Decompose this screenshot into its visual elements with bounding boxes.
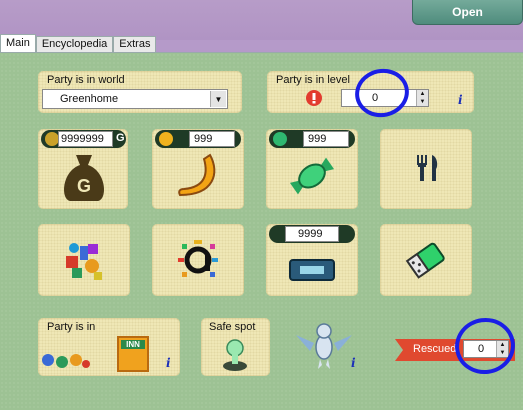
gold-counter: 9999999 G <box>41 130 126 148</box>
gold-value: 9999999 <box>61 133 104 145</box>
money-bag-icon: G <box>64 155 104 201</box>
world-value: Greenhome <box>60 93 119 105</box>
banana-small-icon <box>159 132 173 146</box>
tab-encyclopedia[interactable]: Encyclopedia <box>35 36 114 53</box>
open-button[interactable]: Open <box>412 0 523 25</box>
banana-counter: 999 <box>155 130 241 148</box>
info-icon[interactable]: i <box>166 356 171 370</box>
gold-spinner[interactable]: 9999999 <box>58 131 113 147</box>
items-pile-icon <box>66 243 102 280</box>
fork-knife-icon <box>417 155 438 181</box>
annotation-circle-rescued <box>451 314 519 378</box>
rescued-label: Rescued <box>413 343 457 355</box>
tab-main[interactable]: Main <box>0 34 36 53</box>
tickets-counter: 9999 <box>269 225 355 243</box>
world-box: Party is in world Greenhome ▼ <box>38 71 242 113</box>
party-location-box: Party is in INN i <box>38 318 180 376</box>
info-icon[interactable]: i <box>458 93 463 107</box>
info-icon[interactable]: i <box>351 356 356 370</box>
ticket-icon <box>289 259 335 281</box>
warning-icon <box>306 90 322 106</box>
banana-icon <box>178 153 216 197</box>
inn-icon: INN <box>117 336 149 372</box>
chevron-down-icon[interactable]: ▼ <box>210 91 226 107</box>
up-arrow-icon[interactable]: ▲ <box>417 90 428 98</box>
level-label: Party is in level <box>276 74 350 86</box>
inn-sign: INN <box>121 340 145 349</box>
down-arrow-icon[interactable]: ▼ <box>417 98 428 106</box>
candy-spinner[interactable]: 999 <box>303 131 349 147</box>
battery-icon <box>405 242 445 279</box>
tab-extras[interactable]: Extras <box>113 36 157 53</box>
candy-icon <box>289 157 335 195</box>
candy-value: 999 <box>308 133 327 145</box>
gold-suffix: G <box>116 132 125 144</box>
tickets-value: 9999 <box>298 228 323 240</box>
banana-value: 999 <box>194 133 213 145</box>
tickets-spinner[interactable]: 9999 <box>285 226 339 242</box>
logo-a-icon <box>178 240 218 277</box>
coin-icon <box>45 132 59 146</box>
ghost-marker-icon <box>223 339 247 371</box>
candy-small-icon <box>273 132 287 146</box>
candy-counter: 999 <box>269 130 355 148</box>
battery-box <box>380 224 472 296</box>
main-panel: Party is in world Greenhome ▼ Party is i… <box>0 52 523 410</box>
svg-text:G: G <box>77 176 91 196</box>
items-box <box>38 224 130 296</box>
safe-spot-box: Safe spot <box>201 318 270 376</box>
candy-box: 999 <box>266 129 358 209</box>
party-members-icon <box>42 354 90 368</box>
spinner-buttons[interactable]: ▲ ▼ <box>416 90 428 106</box>
badge-box <box>152 224 244 296</box>
world-select[interactable]: Greenhome ▼ <box>42 89 228 109</box>
gold-box: 9999999 G G <box>38 129 128 209</box>
party-location-label: Party is in <box>47 321 96 333</box>
tab-bar: Main Encyclopedia Extras <box>0 34 157 53</box>
dragon-icon <box>296 323 352 369</box>
safe-spot-label: Safe spot <box>209 321 256 333</box>
tickets-box: 9999 <box>266 224 358 296</box>
food-box <box>380 129 472 209</box>
banana-box: 999 <box>152 129 244 209</box>
world-label: Party is in world <box>47 74 125 86</box>
banana-spinner[interactable]: 999 <box>189 131 235 147</box>
